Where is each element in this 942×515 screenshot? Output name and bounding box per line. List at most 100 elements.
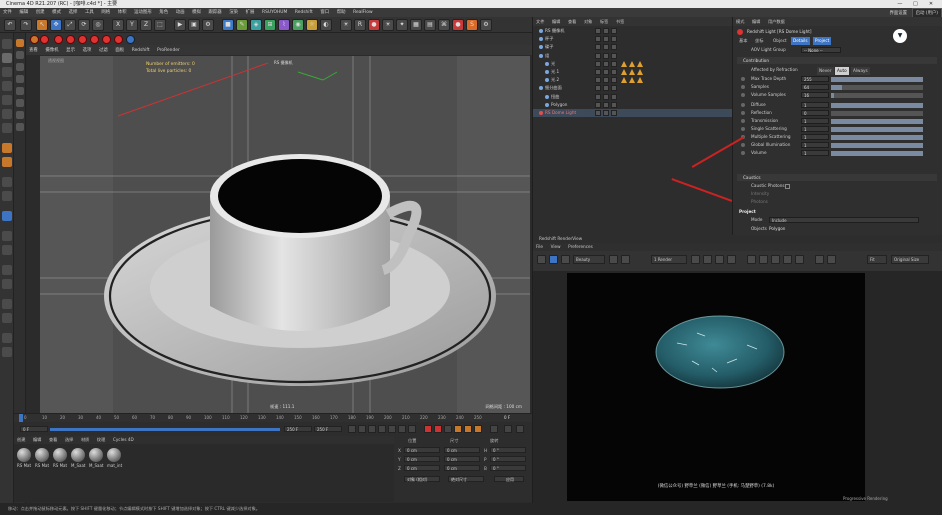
material-swatch[interactable] (35, 448, 49, 462)
light-tag-icon[interactable] (637, 69, 643, 75)
attribute-value-field[interactable]: 1 (801, 118, 829, 124)
attribute-value-field[interactable]: 64 (801, 84, 829, 90)
visibility-toggle-icon[interactable] (611, 101, 617, 108)
visibility-toggle-icon[interactable] (595, 36, 601, 43)
close-button[interactable]: ✕ (924, 0, 938, 8)
objects-value[interactable]: Polygon (769, 225, 785, 233)
menu-file[interactable]: 文件 (0, 8, 15, 17)
bridge-icon[interactable] (2, 333, 12, 343)
menu-window[interactable]: 窗口 (317, 8, 332, 17)
attribute-slider[interactable] (831, 126, 923, 132)
spline-icon[interactable] (16, 123, 24, 131)
light-tag-icon[interactable] (621, 69, 627, 75)
save-image-icon[interactable] (537, 255, 546, 264)
object-row[interactable]: 组 (533, 52, 733, 60)
attribute-slider[interactable] (831, 76, 923, 82)
refraction-always-option[interactable]: Always (851, 67, 870, 75)
refraction-auto-option[interactable]: Auto (835, 67, 849, 75)
object-menu-bookmarks[interactable]: 书签 (613, 17, 627, 26)
visibility-toggle-icon[interactable] (603, 69, 609, 75)
visibility-toggle-icon[interactable] (595, 77, 601, 84)
render-view-icon[interactable]: ▶ (174, 19, 186, 31)
attribute-slider[interactable] (831, 84, 923, 90)
animate-toggle-icon[interactable] (741, 127, 745, 131)
object-row[interactable]: 杯子 (533, 35, 733, 43)
snap-icon[interactable] (2, 143, 12, 153)
attribute-value-field[interactable]: 16 (801, 92, 829, 98)
bucket-icon[interactable] (727, 255, 736, 264)
frame-range-slider[interactable] (50, 428, 280, 431)
light-3-icon[interactable]: ✦ (396, 19, 408, 31)
visibility-toggle-icon[interactable] (611, 36, 617, 43)
z-size-field[interactable]: 0 cm (444, 465, 480, 471)
attribute-slider[interactable] (831, 118, 923, 124)
menu-redshift[interactable]: Redshift (292, 8, 316, 17)
animate-toggle-icon[interactable] (741, 93, 745, 97)
mode-dropdown[interactable]: Include (769, 217, 919, 223)
minimize-button[interactable]: — (893, 0, 907, 8)
animate-toggle-icon[interactable] (741, 119, 745, 123)
object-row[interactable]: 光.2 (533, 76, 733, 84)
knife-icon[interactable] (2, 265, 12, 275)
viewport-menu-view[interactable]: 查看 (26, 46, 41, 56)
timeline-layout-icon[interactable] (504, 425, 512, 433)
animate-toggle-icon[interactable] (741, 143, 745, 147)
rs-area-light-icon[interactable] (66, 35, 75, 44)
light-tag-icon[interactable] (621, 77, 627, 84)
post-fx-icon[interactable] (815, 255, 824, 264)
viewport-menu-camera[interactable]: 摄像机 (42, 46, 61, 56)
rs-light-icon[interactable] (54, 35, 63, 44)
start-ipr-icon[interactable] (549, 255, 558, 264)
object-menu-file[interactable]: 文件 (533, 17, 547, 26)
object-menu-view[interactable]: 查看 (565, 17, 579, 26)
material-swatch[interactable] (89, 448, 103, 462)
renderview-menu-preferences[interactable]: Preferences (565, 243, 596, 251)
y-position-field[interactable]: 0 cm (404, 456, 440, 462)
p-rotation-field[interactable]: 0 ° (490, 456, 526, 462)
material-swatch[interactable] (17, 448, 31, 462)
redo-icon[interactable]: ↷ (20, 19, 32, 31)
material-menu-create[interactable]: 创建 (14, 436, 28, 444)
y-axis-icon[interactable]: Y (126, 19, 138, 31)
menu-tools[interactable]: 工具 (82, 8, 97, 17)
camera-dropdown[interactable]: 1 Render (651, 255, 687, 264)
contribution-section[interactable]: Contribution (737, 57, 937, 64)
menu-edit[interactable]: 编辑 (16, 8, 31, 17)
undo-icon[interactable]: ↶ (4, 19, 16, 31)
make-editable-icon[interactable] (2, 39, 12, 49)
coord-system-icon[interactable]: ⬚ (154, 19, 166, 31)
move-icon[interactable]: ✥ (50, 19, 62, 31)
keyframe-selection-icon[interactable] (444, 425, 452, 433)
object-row[interactable]: RS 摄像机 (533, 27, 733, 35)
axis-mode-icon[interactable] (2, 81, 12, 91)
loop-icon[interactable] (2, 279, 12, 289)
attribute-value-field[interactable]: 1 (801, 150, 829, 156)
rotate-icon[interactable]: ⟳ (78, 19, 90, 31)
visibility-toggle-icon[interactable] (603, 77, 609, 84)
rotation-key-icon[interactable] (474, 425, 482, 433)
viewport-menu-options[interactable]: 选项 (80, 46, 95, 56)
points-mode-icon[interactable] (2, 95, 12, 105)
rs-render-icon[interactable] (30, 35, 39, 44)
attribute-slider[interactable] (831, 134, 923, 140)
visibility-toggle-icon[interactable] (603, 52, 609, 59)
menu-animate[interactable]: 动画 (173, 8, 188, 17)
lock-icon[interactable] (2, 191, 12, 201)
workplane-icon[interactable] (2, 157, 12, 167)
b-rotation-field[interactable]: 0 ° (490, 465, 526, 471)
renderview-menu-file[interactable]: File (533, 243, 546, 251)
scale-icon[interactable]: ⤢ (64, 19, 76, 31)
prev-frame-icon[interactable] (368, 425, 376, 433)
cube-icon[interactable]: ■ (222, 19, 234, 31)
coord-mode-dropdown[interactable]: 对象 (相对) (404, 476, 440, 482)
crop-icon[interactable] (691, 255, 700, 264)
light-tag-icon[interactable] (629, 69, 635, 75)
start-frame-field[interactable]: 0 F (20, 426, 48, 432)
visibility-toggle-icon[interactable] (611, 52, 617, 59)
caustics-section[interactable]: Caustics (737, 174, 937, 181)
attribute-value-field[interactable]: 1 (801, 102, 829, 108)
visibility-toggle-icon[interactable] (595, 110, 601, 116)
object-row[interactable]: 光.1 (533, 68, 733, 76)
size-mode-dropdown[interactable]: 绝对尺寸 (448, 476, 484, 482)
goto-start-icon[interactable] (348, 425, 356, 433)
